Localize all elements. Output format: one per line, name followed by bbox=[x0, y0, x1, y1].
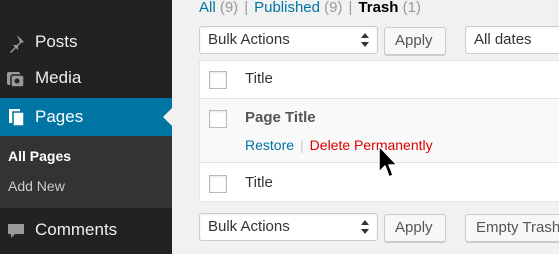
bulk-actions-select-bottom[interactable]: Bulk Actions bbox=[199, 213, 378, 241]
delete-permanently-link[interactable]: Delete Permanently bbox=[310, 137, 433, 153]
menu-item-label: Pages bbox=[35, 107, 84, 126]
pages-submenu: All Pages Add New bbox=[0, 136, 172, 208]
status-filter-links: All (9) | Published (9) | Trash (1) bbox=[199, 0, 421, 16]
apply-button-bottom[interactable]: Apply bbox=[384, 214, 446, 242]
active-arrow bbox=[163, 108, 172, 126]
bulk-actions-value: Bulk Actions bbox=[208, 31, 290, 48]
admin-sidebar: Posts Media Pages All Pages Add New Comm… bbox=[0, 0, 172, 254]
row-title: Page Title bbox=[245, 109, 316, 126]
menu-item-label: Media bbox=[35, 68, 82, 87]
row-actions: Restore | Delete Permanently bbox=[245, 137, 433, 153]
menu-item-posts[interactable]: Posts bbox=[0, 24, 172, 60]
select-all-checkbox-footer[interactable] bbox=[209, 175, 227, 193]
empty-trash-button[interactable]: Empty Trash bbox=[465, 214, 559, 242]
apply-button-top[interactable]: Apply bbox=[384, 27, 446, 55]
table-header-row: Title bbox=[200, 61, 559, 99]
bulk-actions-select-top[interactable]: Bulk Actions bbox=[199, 26, 378, 54]
restore-link[interactable]: Restore bbox=[245, 137, 294, 153]
pages-icon bbox=[9, 109, 25, 127]
main-content: All (9) | Published (9) | Trash (1) Bulk Act… bbox=[172, 0, 559, 254]
filter-all-link[interactable]: All bbox=[199, 0, 216, 16]
filter-trash-count: (1) bbox=[402, 0, 421, 16]
submenu-add-new[interactable]: Add New bbox=[8, 178, 65, 194]
filter-trash-current[interactable]: Trash bbox=[358, 0, 398, 16]
column-title-footer[interactable]: Title bbox=[245, 174, 273, 191]
menu-item-label: Posts bbox=[35, 32, 78, 51]
pin-icon bbox=[10, 35, 24, 53]
filter-all-count: (9) bbox=[219, 0, 239, 16]
select-all-checkbox[interactable] bbox=[209, 71, 227, 89]
menu-item-pages[interactable]: Pages bbox=[0, 98, 172, 136]
media-icon bbox=[7, 72, 25, 88]
column-title-header[interactable]: Title bbox=[245, 70, 273, 87]
select-updown-icon bbox=[361, 33, 369, 47]
filter-published-link[interactable]: Published bbox=[254, 0, 320, 16]
select-updown-icon bbox=[361, 220, 369, 234]
action-separator: | bbox=[300, 137, 304, 153]
mouse-pointer-icon bbox=[378, 145, 398, 178]
comment-icon bbox=[8, 224, 24, 238]
submenu-all-pages[interactable]: All Pages bbox=[8, 148, 71, 164]
bulk-actions-value: Bulk Actions bbox=[208, 218, 290, 235]
filter-separator: | bbox=[244, 0, 249, 16]
menu-item-media[interactable]: Media bbox=[0, 60, 172, 96]
row-checkbox[interactable] bbox=[209, 110, 227, 128]
filter-separator: | bbox=[348, 0, 353, 16]
filter-published-count: (9) bbox=[324, 0, 343, 16]
dates-filter-select[interactable]: All dates bbox=[465, 26, 559, 54]
menu-item-label: Comments bbox=[35, 220, 118, 239]
menu-item-comments[interactable]: Comments bbox=[0, 212, 172, 248]
